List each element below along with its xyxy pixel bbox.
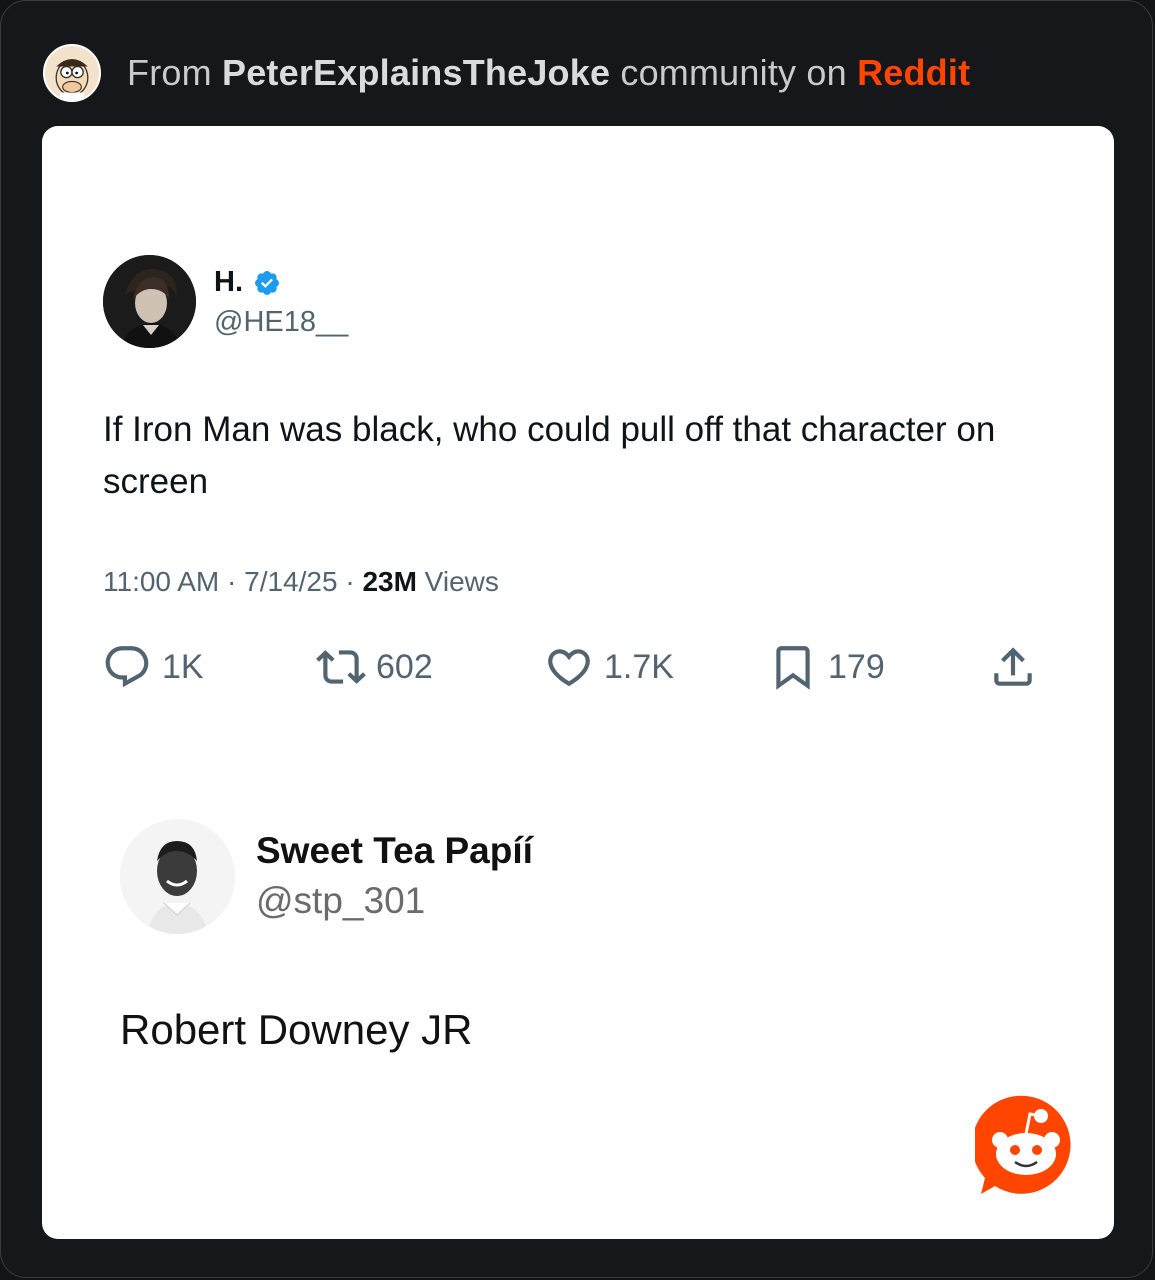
bookmark-icon — [776, 646, 810, 690]
meta-separator: · — [337, 566, 363, 597]
peter-griffin-avatar-icon — [43, 44, 101, 102]
reply-button[interactable]: 1K — [102, 642, 204, 692]
reply-author-avatar[interactable] — [120, 819, 235, 934]
views-count: 23M — [362, 566, 417, 597]
tweet-metadata: 11:00 AM · 7/14/25 · 23M Views — [103, 566, 499, 598]
title-prefix: From — [127, 52, 222, 93]
share-button[interactable] — [988, 642, 1038, 692]
repost-icon — [316, 650, 366, 684]
source-title: From PeterExplainsTheJoke community on R… — [127, 52, 970, 94]
repost-button[interactable]: 602 — [316, 642, 433, 692]
bookmark-button[interactable]: 179 — [768, 642, 885, 692]
reply-icon — [105, 646, 149, 688]
tweet-author-handle[interactable]: @HE18__ — [214, 306, 348, 339]
views-label: Views — [416, 566, 499, 597]
post-card: H. @HE18__ If Iron Man was black, who co… — [42, 126, 1114, 1239]
tweet-author-name[interactable]: H. — [214, 266, 281, 299]
tweet-time[interactable]: 11:00 AM — [103, 566, 219, 597]
reddit-snoo-icon — [975, 1095, 1071, 1194]
like-count: 1.7K — [604, 647, 674, 686]
community-link[interactable]: PeterExplainsTheJoke — [222, 52, 610, 93]
bookmark-count: 179 — [828, 647, 885, 686]
tweet-author-name-text: H. — [214, 266, 243, 298]
tweet-date[interactable]: 7/14/25 — [244, 566, 337, 597]
reply-author-handle[interactable]: @stp_301 — [256, 880, 425, 922]
tweet-text: If Iron Man was black, who could pull of… — [103, 410, 996, 501]
reply-author-name[interactable]: Sweet Tea Papíí — [256, 830, 533, 872]
meta-separator: · — [219, 566, 245, 597]
like-button[interactable]: 1.7K — [544, 642, 674, 692]
repost-count: 602 — [376, 647, 433, 686]
tweet-author-avatar[interactable] — [103, 255, 196, 348]
reddit-share-frame: From PeterExplainsTheJoke community on R… — [0, 0, 1153, 1278]
source-header: From PeterExplainsTheJoke community on R… — [43, 41, 970, 105]
heart-icon — [548, 649, 590, 687]
reply-count: 1K — [162, 647, 204, 686]
share-icon — [994, 647, 1032, 686]
verified-badge-icon — [255, 270, 279, 295]
title-middle: community on — [610, 52, 858, 93]
reply-text: Robert Downey JR — [120, 1006, 473, 1053]
tweet-action-bar: 1K 602 1.7K 179 — [102, 642, 1042, 692]
platform-link[interactable]: Reddit — [857, 52, 970, 93]
